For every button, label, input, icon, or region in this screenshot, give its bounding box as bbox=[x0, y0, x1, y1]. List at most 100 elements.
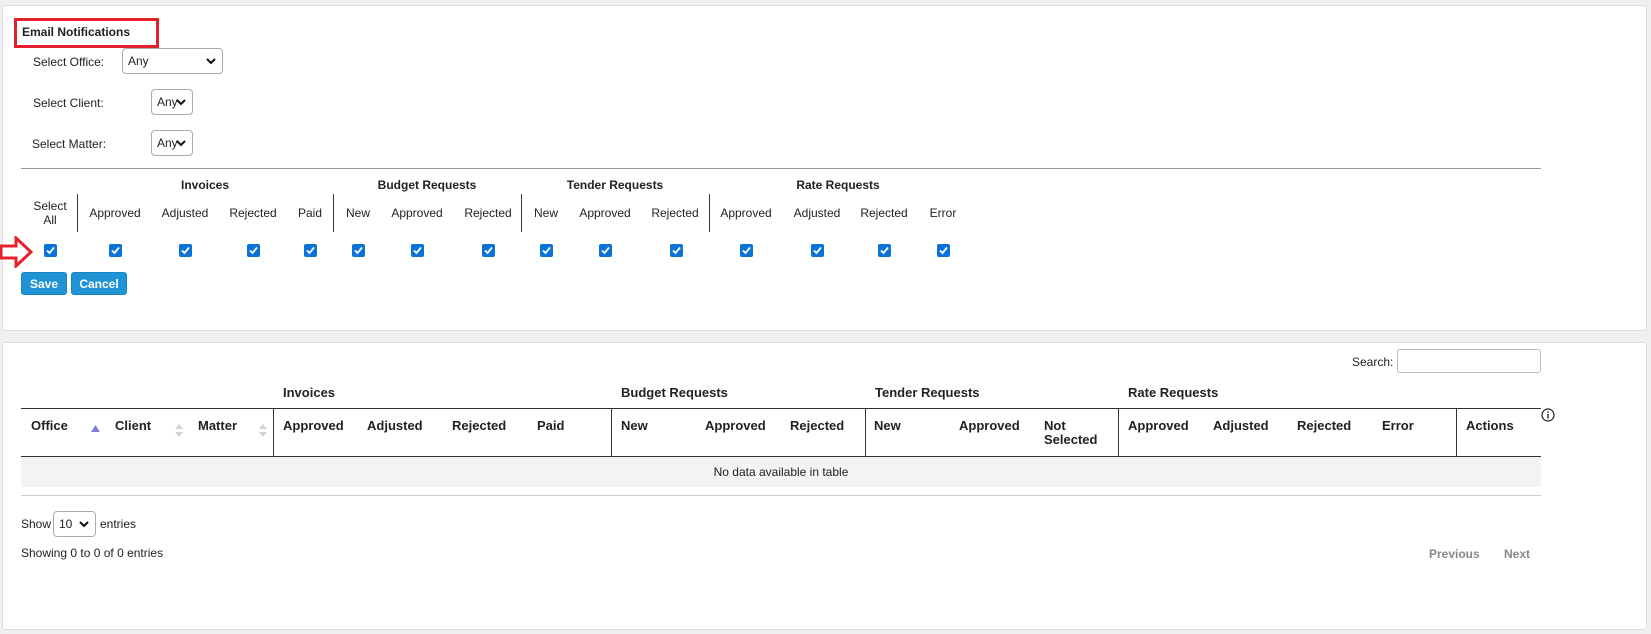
checkmark-icon bbox=[249, 246, 258, 255]
checkbox-rate-approved[interactable] bbox=[740, 244, 753, 257]
checkbox-tender-approved[interactable] bbox=[599, 244, 612, 257]
table-bottom-border bbox=[21, 495, 1541, 496]
page-size-value: 10 bbox=[59, 517, 73, 531]
table-group-invoices: Invoices bbox=[283, 385, 336, 400]
checkmark-icon bbox=[413, 246, 422, 255]
checkbox-invoice-paid[interactable] bbox=[304, 244, 317, 257]
checkmark-icon bbox=[939, 246, 948, 255]
checkmark-icon bbox=[46, 246, 55, 255]
checkbox-tender-new[interactable] bbox=[540, 244, 553, 257]
th-invoice-rejected: Rejected bbox=[452, 418, 507, 433]
show-label: Show bbox=[21, 517, 52, 531]
group-budget-requests: Budget Requests bbox=[377, 178, 477, 192]
th-budget-rejected: Rejected bbox=[790, 418, 845, 433]
col-budget-new: New bbox=[345, 206, 370, 220]
col-invoice-adjusted: Adjusted bbox=[161, 206, 209, 220]
chevron-down-icon bbox=[176, 99, 186, 106]
col-invoice-rejected: Rejected bbox=[229, 206, 277, 220]
th-invoice-adjusted: Adjusted bbox=[367, 418, 423, 433]
group-invoices: Invoices bbox=[180, 178, 230, 192]
empty-table-row: No data available in table bbox=[21, 457, 1541, 487]
client-label: Select Client: bbox=[33, 96, 104, 110]
checkmark-icon bbox=[181, 246, 190, 255]
save-button[interactable]: Save bbox=[21, 272, 67, 295]
checkmark-icon bbox=[484, 246, 493, 255]
checkmark-icon bbox=[880, 246, 889, 255]
col-budget-approved: Approved bbox=[391, 206, 443, 220]
checkmark-icon bbox=[742, 246, 751, 255]
col-rate-approved: Approved bbox=[720, 206, 772, 220]
previous-page-button[interactable]: Previous bbox=[1429, 547, 1480, 561]
select-all-label-line1: Select bbox=[33, 199, 67, 213]
client-select[interactable]: Any bbox=[151, 89, 193, 115]
checkmark-icon bbox=[672, 246, 681, 255]
checkbox-invoice-adjusted[interactable] bbox=[179, 244, 192, 257]
checkbox-invoice-rejected[interactable] bbox=[247, 244, 260, 257]
email-notifications-panel: Email Notifications Select Office: Any S… bbox=[2, 5, 1647, 331]
th-tender-not-selected-line1: Not bbox=[1044, 418, 1066, 433]
next-page-button[interactable]: Next bbox=[1504, 547, 1530, 561]
office-select[interactable]: Any bbox=[122, 48, 223, 74]
column-separator bbox=[333, 194, 334, 232]
table-header-top-border bbox=[21, 408, 1541, 409]
col-rate-adjusted: Adjusted bbox=[793, 206, 841, 220]
th-invoice-approved: Approved bbox=[283, 418, 344, 433]
chevron-down-icon bbox=[176, 140, 186, 147]
info-icon[interactable] bbox=[1541, 408, 1555, 422]
checkbox-tender-rejected[interactable] bbox=[670, 244, 683, 257]
table-group-rate-requests: Rate Requests bbox=[1128, 385, 1219, 400]
checkbox-rate-error[interactable] bbox=[937, 244, 950, 257]
table-column-separator bbox=[865, 408, 866, 457]
group-rate-requests: Rate Requests bbox=[796, 178, 880, 192]
checkmark-icon bbox=[542, 246, 551, 255]
search-input[interactable] bbox=[1397, 349, 1541, 373]
checkbox-rate-adjusted[interactable] bbox=[811, 244, 824, 257]
th-budget-approved: Approved bbox=[705, 418, 766, 433]
col-budget-rejected: Rejected bbox=[464, 206, 512, 220]
checkbox-budget-new[interactable] bbox=[352, 244, 365, 257]
col-tender-approved: Approved bbox=[579, 206, 631, 220]
office-label: Select Office: bbox=[33, 55, 105, 69]
col-tender-new: New bbox=[533, 206, 558, 220]
checkmark-icon bbox=[354, 246, 363, 255]
checkmark-icon bbox=[306, 246, 315, 255]
checkbox-select-all[interactable] bbox=[44, 244, 57, 257]
col-tender-rejected: Rejected bbox=[651, 206, 699, 220]
col-rate-rejected: Rejected bbox=[860, 206, 908, 220]
th-matter[interactable]: Matter bbox=[198, 419, 237, 433]
table-column-separator bbox=[611, 408, 612, 457]
column-separator bbox=[709, 194, 710, 232]
sort-both-icon bbox=[259, 424, 267, 437]
sort-both-icon bbox=[175, 424, 183, 437]
table-group-tender-requests: Tender Requests bbox=[875, 385, 980, 400]
checkbox-invoice-approved[interactable] bbox=[109, 244, 122, 257]
select-all-label-line2: All bbox=[43, 213, 57, 227]
divider bbox=[21, 168, 1541, 169]
table-column-separator bbox=[1456, 408, 1457, 457]
th-office[interactable]: Office bbox=[31, 419, 68, 433]
th-client[interactable]: Client bbox=[115, 419, 151, 433]
th-rate-error: Error bbox=[1382, 418, 1414, 433]
client-select-value: Any bbox=[157, 95, 178, 109]
column-separator bbox=[521, 194, 522, 232]
search-label: Search: bbox=[1352, 355, 1394, 369]
checkbox-budget-approved[interactable] bbox=[411, 244, 424, 257]
th-rate-adjusted: Adjusted bbox=[1213, 418, 1269, 433]
cancel-button[interactable]: Cancel bbox=[71, 272, 127, 295]
checkmark-icon bbox=[601, 246, 610, 255]
table-column-separator bbox=[1118, 408, 1119, 457]
checkbox-rate-rejected[interactable] bbox=[878, 244, 891, 257]
th-tender-not-selected: Not Selected bbox=[1044, 419, 1097, 447]
notifications-table-panel: Search: Invoices Budget Requests Tender … bbox=[2, 342, 1647, 630]
matter-select-value: Any bbox=[157, 136, 178, 150]
th-actions: Actions bbox=[1466, 418, 1514, 433]
table-column-separator bbox=[273, 408, 274, 457]
matter-select[interactable]: Any bbox=[151, 130, 193, 156]
table-group-budget-requests: Budget Requests bbox=[621, 385, 728, 400]
th-rate-approved: Approved bbox=[1128, 418, 1189, 433]
select-all-header: Select All bbox=[25, 199, 75, 227]
checkbox-budget-rejected[interactable] bbox=[482, 244, 495, 257]
page-size-select[interactable]: 10 bbox=[53, 511, 96, 537]
th-tender-approved: Approved bbox=[959, 418, 1020, 433]
chevron-down-icon bbox=[206, 58, 216, 65]
